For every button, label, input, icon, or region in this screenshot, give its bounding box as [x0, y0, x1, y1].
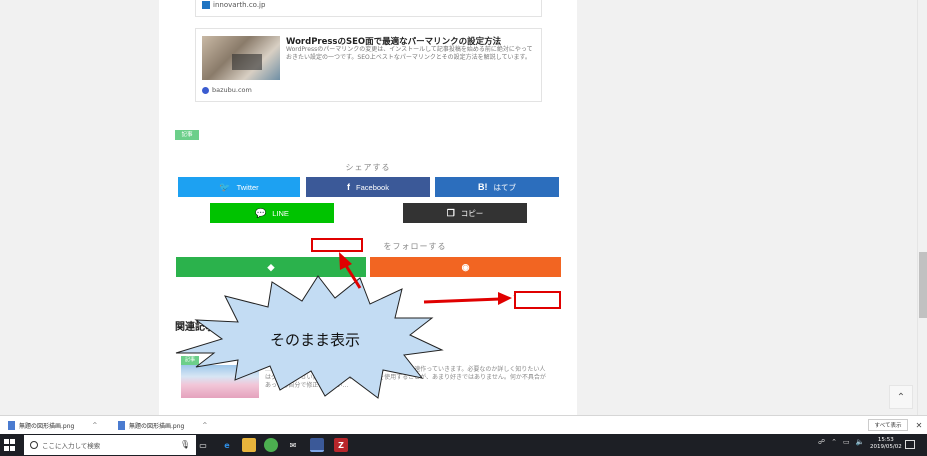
task-view-icon[interactable]: ▭: [196, 438, 210, 452]
share-heading: シェアする: [345, 163, 391, 172]
action-center-icon[interactable]: [905, 440, 915, 449]
share-line-button[interactable]: 💬 LINE: [210, 203, 334, 223]
share-hatena-button[interactable]: B! はてブ: [435, 177, 559, 197]
show-all-downloads-button[interactable]: すべて表示: [868, 419, 908, 431]
share-hatena-label: はてブ: [493, 182, 517, 192]
card-domain-text: innovarth.co.jp: [213, 1, 266, 9]
download-filename: 無題の図形描画.png: [129, 423, 185, 430]
scrollbar-thumb[interactable]: [919, 252, 927, 318]
card-domain: innovarth.co.jp: [202, 1, 265, 9]
mail-icon[interactable]: ✉: [286, 438, 300, 452]
clock-date: 2019/05/02: [870, 444, 902, 450]
chrome-icon[interactable]: [264, 438, 278, 452]
browser-viewport: innovarth.co.jp WordPressのSEO面で最適なパーマリンク…: [0, 0, 927, 415]
card-description: WordPressのパーマリンクの変更は、インストールして記事投稿を始める前に絶…: [286, 46, 533, 61]
close-download-bar-button[interactable]: ✕: [913, 419, 925, 431]
download-item[interactable]: 無題の図形描画.png ^: [118, 419, 207, 432]
taskbar-search-placeholder: ここに入力して検索: [42, 442, 101, 450]
download-filename: 無題の図形描画.png: [19, 423, 75, 430]
back-to-top-button[interactable]: ⌃: [889, 385, 913, 409]
share-facebook-label: Facebook: [356, 182, 389, 192]
follow-feedly-button[interactable]: ◆: [176, 257, 366, 277]
chevron-up-icon: ⌃: [896, 391, 906, 403]
clock-time: 15:53: [877, 437, 894, 443]
page-scrollbar[interactable]: [917, 0, 927, 415]
network-icon[interactable]: ▭: [843, 438, 850, 446]
category-tag[interactable]: 記事: [175, 130, 199, 140]
caret-up-icon[interactable]: ^: [92, 422, 97, 429]
people-icon[interactable]: ☍: [818, 438, 825, 446]
follow-heading: をフォローする: [383, 242, 447, 251]
rss-icon: ◉: [461, 261, 470, 272]
related-article-thumbnail[interactable]: [181, 365, 259, 398]
share-facebook-button[interactable]: f Facebook: [306, 177, 430, 197]
related-category-tag[interactable]: 記事: [181, 356, 199, 365]
copy-label: コピー: [460, 208, 484, 218]
chevron-up-icon[interactable]: ⌃: [831, 438, 837, 446]
share-twitter-button[interactable]: 🐦 Twitter: [178, 177, 300, 197]
author-edit-mark: [513, 290, 521, 297]
filezilla-icon[interactable]: Z: [334, 438, 348, 452]
download-bar: 無題の図形描画.png ^ 無題の図形描画.png ^ すべて表示 ✕: [0, 415, 927, 434]
article-content: innovarth.co.jp WordPressのSEO面で最適なパーマリンク…: [159, 0, 577, 415]
feedly-icon: ◆: [267, 261, 275, 272]
annotation-label: そのまま表示: [269, 331, 360, 349]
taskbar-search-input[interactable]: ここに入力して検索: [24, 435, 196, 455]
file-explorer-icon[interactable]: [242, 438, 256, 452]
twitter-bird-icon: 🐦: [219, 181, 231, 192]
copy-link-button[interactable]: ❐ コピー: [403, 203, 527, 223]
windows-start-icon[interactable]: [4, 439, 16, 451]
download-item[interactable]: 無題の図形描画.png ^: [8, 419, 97, 432]
windows-taskbar: ここに入力して検索 🎙 ▭ e ✉ Z ☍ ⌃ ▭ 🔈 15:53 2019/0…: [0, 434, 927, 456]
line-chat-icon: 💬: [255, 207, 267, 218]
card-domain-text: bazubu.com: [212, 86, 252, 94]
caret-up-icon[interactable]: ^: [202, 422, 207, 429]
share-line-label: LINE: [272, 208, 289, 218]
taskbar-clock[interactable]: 15:53 2019/05/02: [870, 437, 902, 451]
system-tray[interactable]: ☍ ⌃ ▭ 🔈: [818, 438, 864, 446]
volume-icon[interactable]: 🔈: [856, 438, 865, 446]
card-thumbnail: [202, 36, 280, 80]
related-article-excerpt: …ためには「お問い合わせ」が必要ってことなので、早速作っていきます。必要なのか詳…: [265, 366, 546, 389]
chrome-active-icon[interactable]: [310, 438, 324, 452]
hatena-bookmark-icon: B!: [478, 182, 488, 192]
cortana-circle-icon: [30, 441, 38, 449]
card-domain: bazubu.com: [202, 86, 252, 94]
png-file-icon: [118, 421, 125, 430]
follow-rss-button[interactable]: ◉: [370, 257, 561, 277]
site-favicon-icon: [202, 1, 210, 9]
related-articles-heading: 関連記事: [175, 322, 215, 333]
copy-icon: ❐: [446, 207, 455, 218]
edge-browser-icon[interactable]: e: [220, 438, 234, 452]
blog-card-innovarth[interactable]: innovarth.co.jp: [195, 0, 542, 17]
facebook-icon: f: [347, 182, 351, 192]
share-twitter-label: Twitter: [236, 182, 259, 192]
png-file-icon: [8, 421, 15, 430]
blog-card-bazubu[interactable]: WordPressのSEO面で最適なパーマリンクの設定方法 WordPressの…: [195, 28, 542, 102]
microphone-icon[interactable]: 🎙: [180, 440, 190, 449]
site-favicon-icon: [202, 86, 209, 94]
